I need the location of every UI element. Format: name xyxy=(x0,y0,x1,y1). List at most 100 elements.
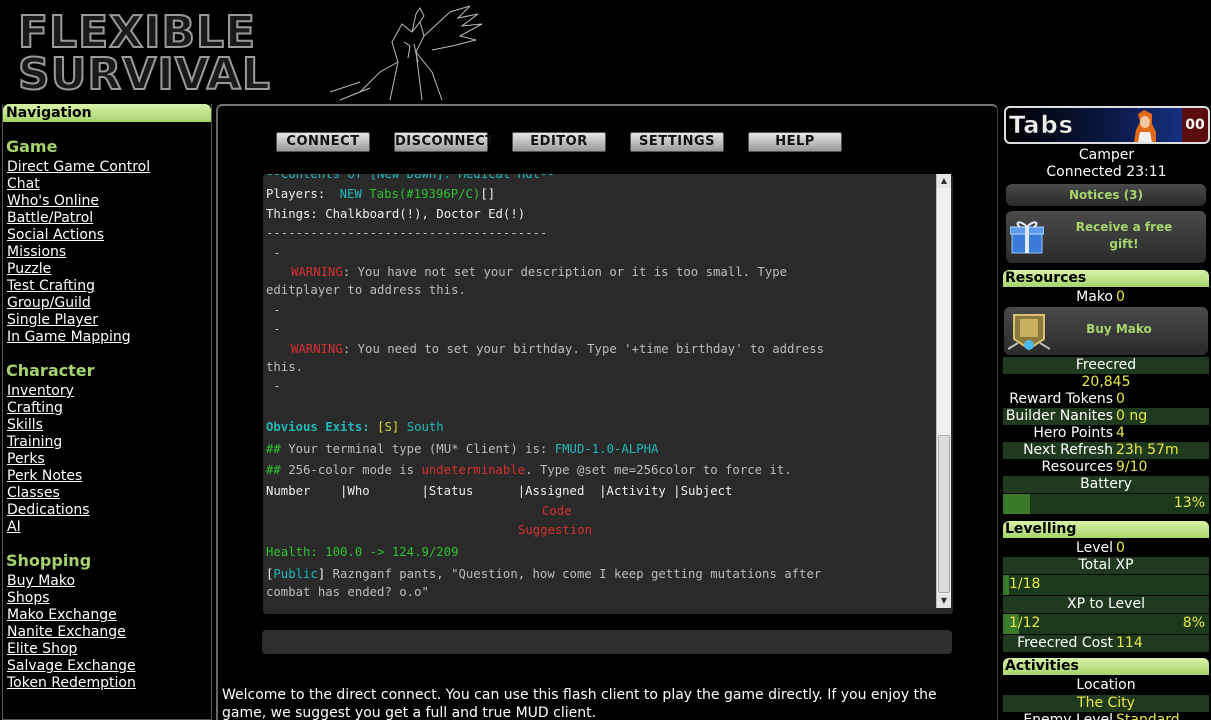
level-label: Level xyxy=(1076,540,1113,556)
nav-mako-exchange[interactable]: Mako Exchange xyxy=(7,607,211,624)
player-name[interactable]: Tabs xyxy=(369,187,399,201)
health-line: Health: 100.0 -> 124.9/209 xyxy=(266,545,459,559)
battery-label: Battery xyxy=(1003,476,1209,493)
hero-points-value: 4 xyxy=(1116,425,1125,441)
mako-icon xyxy=(1008,314,1050,351)
navigation-panel: Navigation Game Direct Game Control Chat… xyxy=(2,104,212,720)
nav-in-game-mapping[interactable]: In Game Mapping xyxy=(7,329,211,346)
exits-key: [S] xyxy=(377,419,400,434)
mako-value: 0 xyxy=(1116,289,1125,305)
navigation-title: Navigation xyxy=(3,104,211,122)
nav-section-shopping: Shopping xyxy=(6,551,92,570)
site-header: FLEXIBLE SURVIVAL xyxy=(0,0,1211,102)
battery-value: 13% xyxy=(1173,495,1205,511)
warning-cont-1: editplayer to address this. xyxy=(266,283,466,297)
terminal-text: --Contents of [New Dawn]: Medical Hut-- … xyxy=(266,174,931,603)
client-value: FMUD-1.0-ALPHA xyxy=(554,442,659,456)
xp-to-level-percent: 8% xyxy=(1182,615,1205,631)
client-text: Your terminal type (MU* Client) is: xyxy=(288,442,555,456)
logo-line-1: FLEXIBLE xyxy=(17,7,257,58)
warning-text-2: : You need to set your birthday. Type '+… xyxy=(342,341,825,356)
nav-salvage-exchange[interactable]: Salvage Exchange xyxy=(7,658,211,675)
nav-puzzle[interactable]: Puzzle xyxy=(7,261,211,278)
nav-section-character: Character xyxy=(6,361,95,380)
terminal-output[interactable]: --Contents of [New Dawn]: Medical Hut-- … xyxy=(263,174,953,614)
free-gift-button[interactable]: Receive a free gift! xyxy=(1006,211,1206,263)
gift-icon xyxy=(1010,221,1044,254)
command-input[interactable] xyxy=(262,630,952,654)
nav-crafting[interactable]: Crafting xyxy=(7,400,211,417)
nav-chat[interactable]: Chat xyxy=(7,176,211,193)
player-id: (#19396P/C) xyxy=(398,187,481,201)
logo-line-2: SURVIVAL xyxy=(17,49,271,100)
site-logo[interactable]: FLEXIBLE SURVIVAL xyxy=(17,7,271,100)
nav-perks[interactable]: Perks xyxy=(7,451,211,468)
nav-buy-mako[interactable]: Buy Mako xyxy=(7,573,211,590)
nav-social-actions[interactable]: Social Actions xyxy=(7,227,211,244)
nav-elite-shop[interactable]: Elite Shop xyxy=(7,641,211,658)
freecred-cost-value: 114 xyxy=(1116,635,1143,651)
xp-to-level-bar: 1/12 8% xyxy=(1003,614,1209,634)
freecred-cost-label: Freecred Cost xyxy=(1017,635,1113,651)
xp-to-level-value: 1/12 xyxy=(1009,615,1041,631)
connect-button[interactable]: CONNECT xyxy=(276,132,370,152)
nav-dedications[interactable]: Dedications xyxy=(7,502,211,519)
freecred-label: Freecred xyxy=(1003,357,1209,374)
color-text-2: . Type @set me=256color to force it. xyxy=(525,463,792,477)
character-card[interactable]: Tabs 00 xyxy=(1004,106,1210,144)
warning-tag-1: WARNING xyxy=(291,265,343,279)
mako-label: Mako xyxy=(1076,289,1113,305)
scroll-down-icon[interactable]: ▼ xyxy=(937,594,951,608)
location-value: The City xyxy=(1003,695,1209,712)
exits-label: Obvious Exits: xyxy=(266,419,378,434)
nav-single-player[interactable]: Single Player xyxy=(7,312,211,329)
avatar xyxy=(1134,110,1156,142)
color-text-1: 256-color mode is xyxy=(288,463,422,477)
nav-perk-notes[interactable]: Perk Notes xyxy=(7,468,211,485)
buy-mako-label: Buy Mako xyxy=(1086,322,1152,336)
hash-2: ## xyxy=(266,463,289,477)
warning-tag-2: WARNING xyxy=(291,341,343,356)
nav-training[interactable]: Training xyxy=(7,434,211,451)
nav-token-redemption[interactable]: Token Redemption xyxy=(7,675,211,692)
activities-title: Activities xyxy=(1003,658,1209,675)
nav-classes[interactable]: Classes xyxy=(7,485,211,502)
nav-missions[interactable]: Missions xyxy=(7,244,211,261)
freecred-value: 20,845 xyxy=(1081,374,1131,390)
hash-1: ## xyxy=(266,442,289,456)
job-table-header: Number |Who |Status |Assigned |Activity … xyxy=(266,484,733,498)
nav-group-guild[interactable]: Group/Guild xyxy=(7,295,211,312)
nav-inventory[interactable]: Inventory xyxy=(7,383,211,400)
nav-ai[interactable]: AI xyxy=(7,519,211,536)
next-refresh-label: Next Refresh xyxy=(1023,442,1113,458)
nav-shops[interactable]: Shops xyxy=(7,590,211,607)
enemy-level-value: Standard xyxy=(1116,712,1180,720)
nav-battle-patrol[interactable]: Battle/Patrol xyxy=(7,210,211,227)
scrollbar-thumb[interactable] xyxy=(938,435,950,593)
terminal-scrollbar[interactable]: ▲ ▼ xyxy=(936,174,951,608)
players-new-tag: NEW xyxy=(339,187,362,201)
help-button[interactable]: HELP xyxy=(748,132,842,152)
nav-skills[interactable]: Skills xyxy=(7,417,211,434)
public-channel-tag: Public xyxy=(273,567,318,581)
reward-tokens-value: 0 xyxy=(1116,391,1125,407)
warning-text-1: : You have not set your description or i… xyxy=(342,265,788,279)
editor-button[interactable]: EDITOR xyxy=(512,132,606,152)
buy-mako-button[interactable]: Buy Mako xyxy=(1004,307,1208,355)
battery-bar: 13% xyxy=(1003,494,1209,514)
notices-button[interactable]: Notices (3) xyxy=(1006,184,1206,206)
disconnect-button[interactable]: DISCONNECT xyxy=(394,132,494,152)
character-status: Camper xyxy=(1078,147,1135,163)
job-suggestion: Suggestion xyxy=(518,523,593,537)
nav-nanite-exchange[interactable]: Nanite Exchange xyxy=(7,624,211,641)
settings-button[interactable]: SETTINGS xyxy=(630,132,724,152)
nav-test-crafting[interactable]: Test Crafting xyxy=(7,278,211,295)
battery-bar-fill xyxy=(1003,494,1030,514)
exits-direction[interactable]: South xyxy=(407,420,444,434)
levelling-title: Levelling xyxy=(1003,521,1209,538)
welcome-text: Welcome to the direct connect. You can u… xyxy=(222,687,937,720)
scroll-up-icon[interactable]: ▲ xyxy=(937,174,951,188)
nav-section-game: Game xyxy=(6,137,58,156)
nav-direct-game-control[interactable]: Direct Game Control xyxy=(7,159,211,176)
nav-whos-online[interactable]: Who's Online xyxy=(7,193,211,210)
